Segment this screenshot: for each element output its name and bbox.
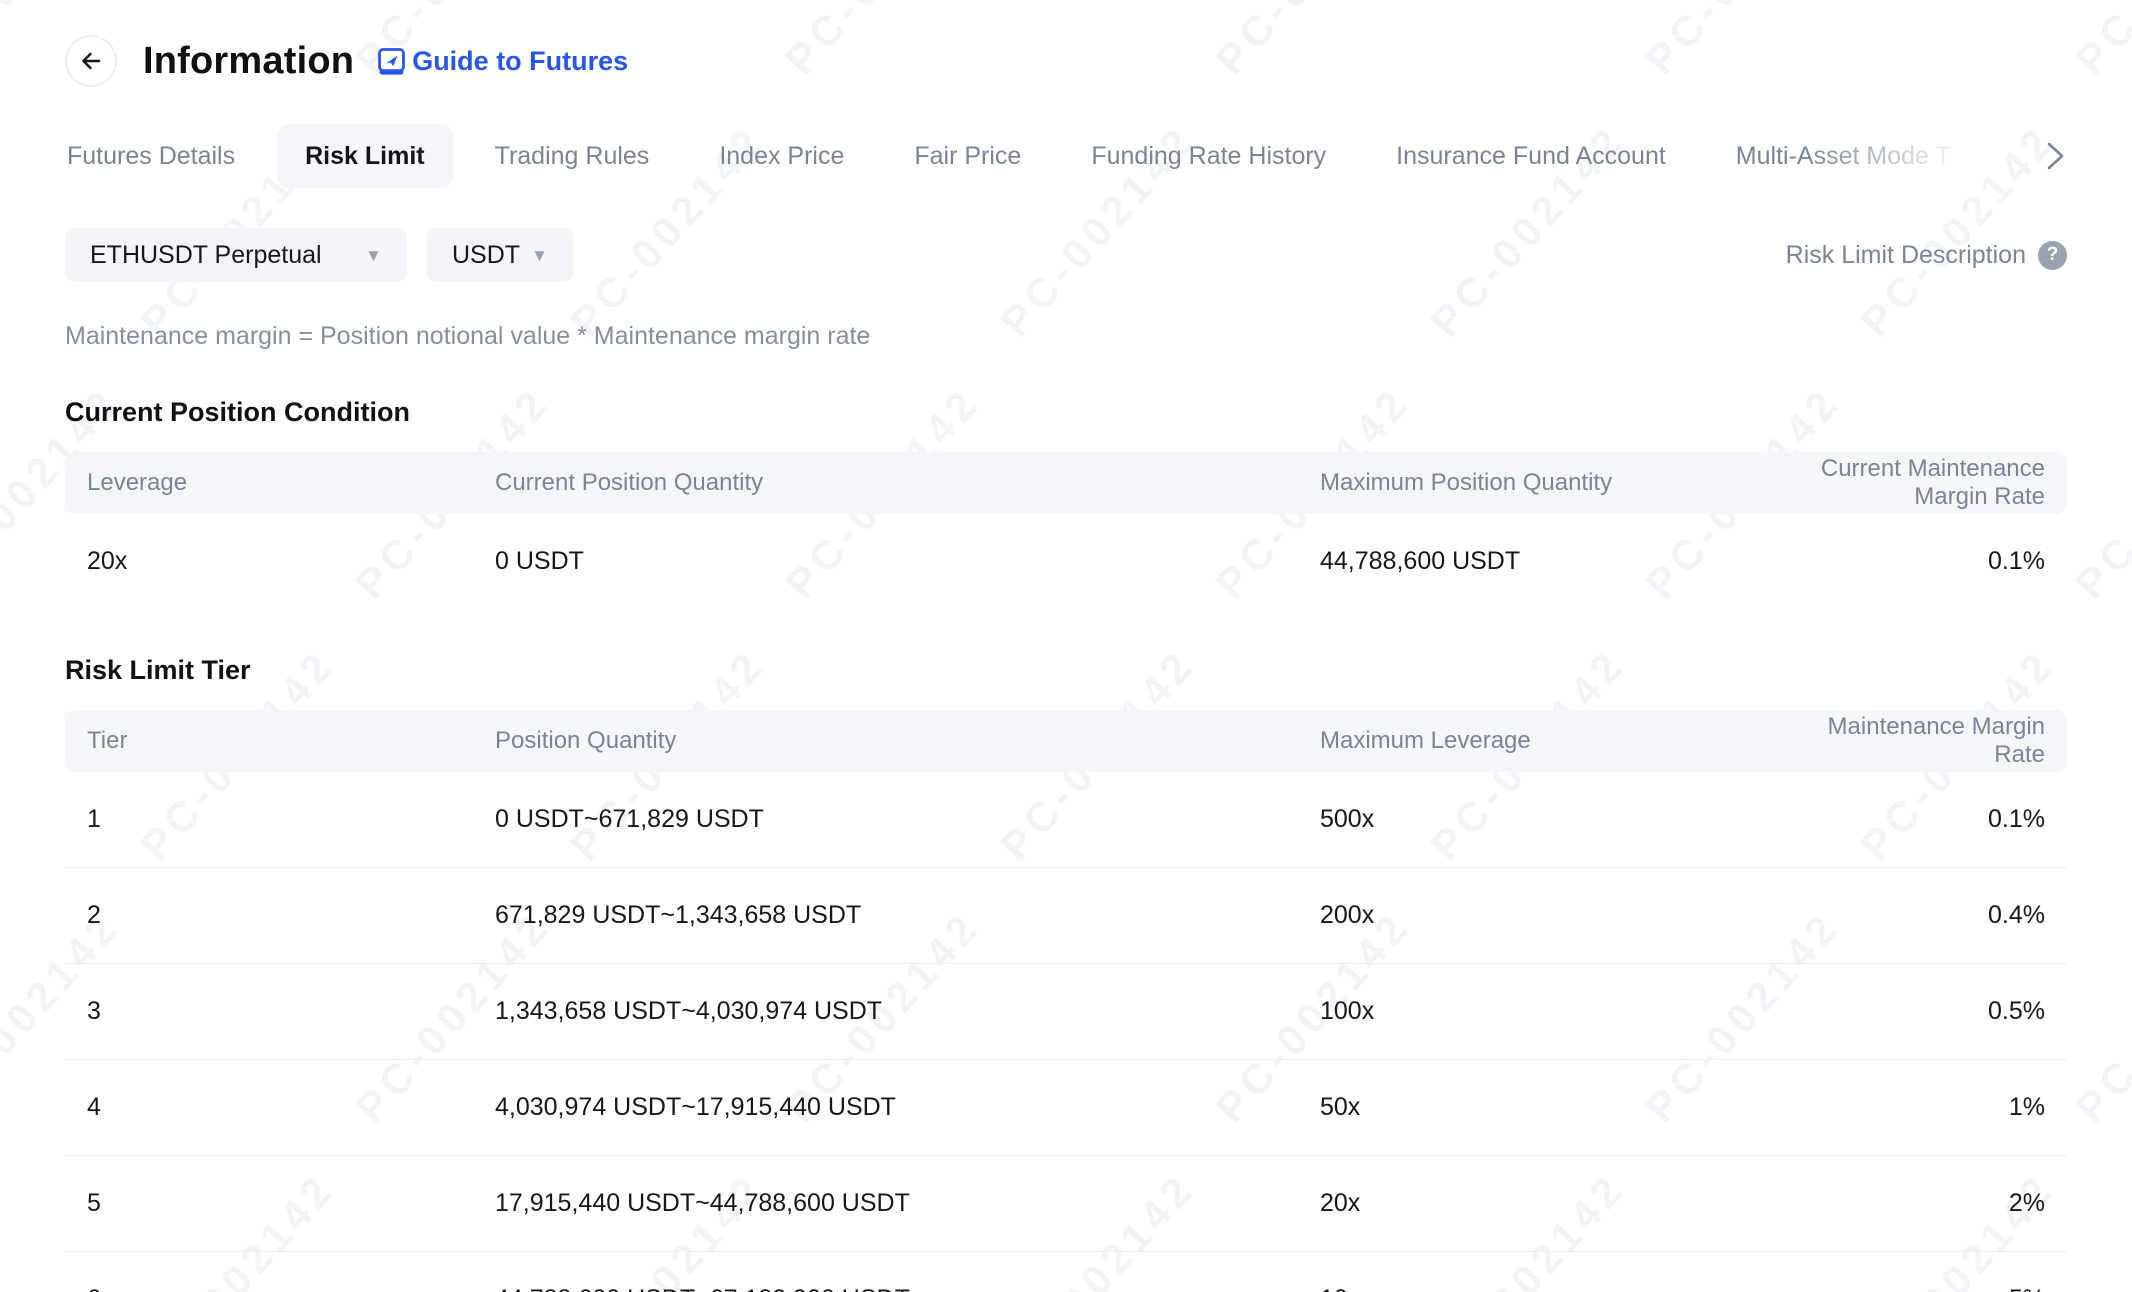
table-cell: 44,788,600 USDT~67,182,900 USDT — [495, 1285, 1320, 1292]
back-button[interactable] — [65, 35, 117, 87]
table-cell: 0 USDT — [495, 547, 1320, 576]
arrow-left-icon — [78, 48, 104, 74]
caret-down-icon: ▼ — [531, 247, 548, 264]
tab-risk-limit[interactable]: Risk Limit — [277, 124, 452, 188]
guide-to-futures-link[interactable]: Guide to Futures — [376, 46, 628, 77]
column-header-leverage: Leverage — [87, 469, 495, 497]
table-row: 2671,829 USDT~1,343,658 USDT200x0.4% — [65, 868, 2067, 964]
maintenance-margin-formula: Maintenance margin = Position notional v… — [65, 322, 2067, 351]
table-cell: 1,343,658 USDT~4,030,974 USDT — [495, 997, 1320, 1026]
risk-limit-description-label: Risk Limit Description — [1786, 241, 2026, 270]
table-cell: 4,030,974 USDT~17,915,440 USDT — [495, 1093, 1320, 1122]
table-row: 31,343,658 USDT~4,030,974 USDT100x0.5% — [65, 964, 2067, 1060]
table-cell: 2% — [1820, 1189, 2045, 1218]
risk-limit-tier-table: TierPosition QuantityMaximum LeverageMai… — [65, 710, 2067, 1292]
column-header-tier: Tier — [87, 727, 495, 755]
table-cell: 0.1% — [1820, 547, 2045, 576]
table-cell: 100x — [1320, 997, 1820, 1026]
table-header-row: TierPosition QuantityMaximum LeverageMai… — [65, 710, 2067, 772]
table-cell: 6 — [87, 1285, 495, 1292]
contract-select-value: ETHUSDT Perpetual — [90, 241, 322, 270]
table-cell: 20x — [87, 547, 495, 576]
table-cell: 50x — [1320, 1093, 1820, 1122]
table-cell: 0 USDT~671,829 USDT — [495, 805, 1320, 834]
risk-limit-tier-heading: Risk Limit Tier — [65, 655, 2067, 686]
table-row: 517,915,440 USDT~44,788,600 USDT20x2% — [65, 1156, 2067, 1252]
table-cell: 200x — [1320, 901, 1820, 930]
tab-multi-asset-mode-t[interactable]: Multi-Asset Mode T — [1708, 124, 1979, 188]
table-cell: 3 — [87, 997, 495, 1026]
table-cell: 671,829 USDT~1,343,658 USDT — [495, 901, 1320, 930]
page-header: Information Guide to Futures — [65, 0, 2067, 92]
tab-bar: Futures DetailsRisk LimitTrading RulesIn… — [39, 122, 2039, 190]
help-question-icon[interactable]: ? — [2038, 241, 2067, 270]
table-cell: 0.5% — [1820, 997, 2045, 1026]
tab-futures-details[interactable]: Futures Details — [39, 124, 263, 188]
table-cell: 17,915,440 USDT~44,788,600 USDT — [495, 1189, 1320, 1218]
risk-limit-description: Risk Limit Description ? — [1786, 241, 2067, 270]
table-cell: 10x — [1320, 1285, 1820, 1292]
table-row: 44,030,974 USDT~17,915,440 USDT50x1% — [65, 1060, 2067, 1156]
table-row: 20x0 USDT44,788,600 USDT0.1% — [65, 514, 2067, 609]
table-row: 10 USDT~671,829 USDT500x0.1% — [65, 772, 2067, 868]
table-cell: 5 — [87, 1189, 495, 1218]
guide-link-label: Guide to Futures — [412, 46, 628, 77]
tabs-scroll-right-chevron-icon[interactable] — [2039, 139, 2067, 173]
selects: ETHUSDT Perpetual ▼ USDT ▼ — [65, 228, 573, 282]
table-cell: 0.1% — [1820, 805, 2045, 834]
tab-trading-rules[interactable]: Trading Rules — [467, 124, 678, 188]
tabs-row: Futures DetailsRisk LimitTrading RulesIn… — [65, 122, 2067, 190]
selector-row: ETHUSDT Perpetual ▼ USDT ▼ Risk Limit De… — [65, 228, 2067, 282]
guide-book-icon — [376, 46, 407, 77]
table-cell: 0.4% — [1820, 901, 2045, 930]
page-title: Information — [143, 40, 354, 83]
current-position-condition-heading: Current Position Condition — [65, 397, 2067, 428]
information-page: PC-002142PC-002142PC-002142PC-002142PC-0… — [0, 0, 2132, 1292]
currency-select[interactable]: USDT ▼ — [427, 228, 573, 282]
contract-select[interactable]: ETHUSDT Perpetual ▼ — [65, 228, 407, 282]
tab-funding-rate-history[interactable]: Funding Rate History — [1063, 124, 1354, 188]
tab-insurance-fund-account[interactable]: Insurance Fund Account — [1368, 124, 1694, 188]
content: Information Guide to Futures Futures Det… — [0, 0, 2132, 1292]
table-cell: 1 — [87, 805, 495, 834]
table-cell: 2 — [87, 901, 495, 930]
table-header-row: LeverageCurrent Position QuantityMaximum… — [65, 452, 2067, 514]
table-cell: 44,788,600 USDT — [1320, 547, 1820, 576]
table-cell: 4 — [87, 1093, 495, 1122]
current-position-condition-table: LeverageCurrent Position QuantityMaximum… — [65, 452, 2067, 609]
column-header-maintenance-margin-rate: Maintenance Margin Rate — [1820, 713, 2045, 769]
tab-fair-price[interactable]: Fair Price — [886, 124, 1049, 188]
column-header-position-quantity: Position Quantity — [495, 727, 1320, 755]
column-header-current-position-quantity: Current Position Quantity — [495, 469, 1320, 497]
table-cell: 1% — [1820, 1093, 2045, 1122]
tab-index-price[interactable]: Index Price — [691, 124, 872, 188]
table-cell: 20x — [1320, 1189, 1820, 1218]
table-cell: 5% — [1820, 1285, 2045, 1292]
column-header-maximum-leverage: Maximum Leverage — [1320, 727, 1820, 755]
table-cell: 500x — [1320, 805, 1820, 834]
caret-down-icon: ▼ — [365, 247, 382, 264]
table-row: 644,788,600 USDT~67,182,900 USDT10x5% — [65, 1252, 2067, 1292]
currency-select-value: USDT — [452, 241, 520, 270]
column-header-maximum-position-quantity: Maximum Position Quantity — [1320, 469, 1820, 497]
column-header-current-maintenance-margin-rate: Current Maintenance Margin Rate — [1820, 455, 2045, 511]
